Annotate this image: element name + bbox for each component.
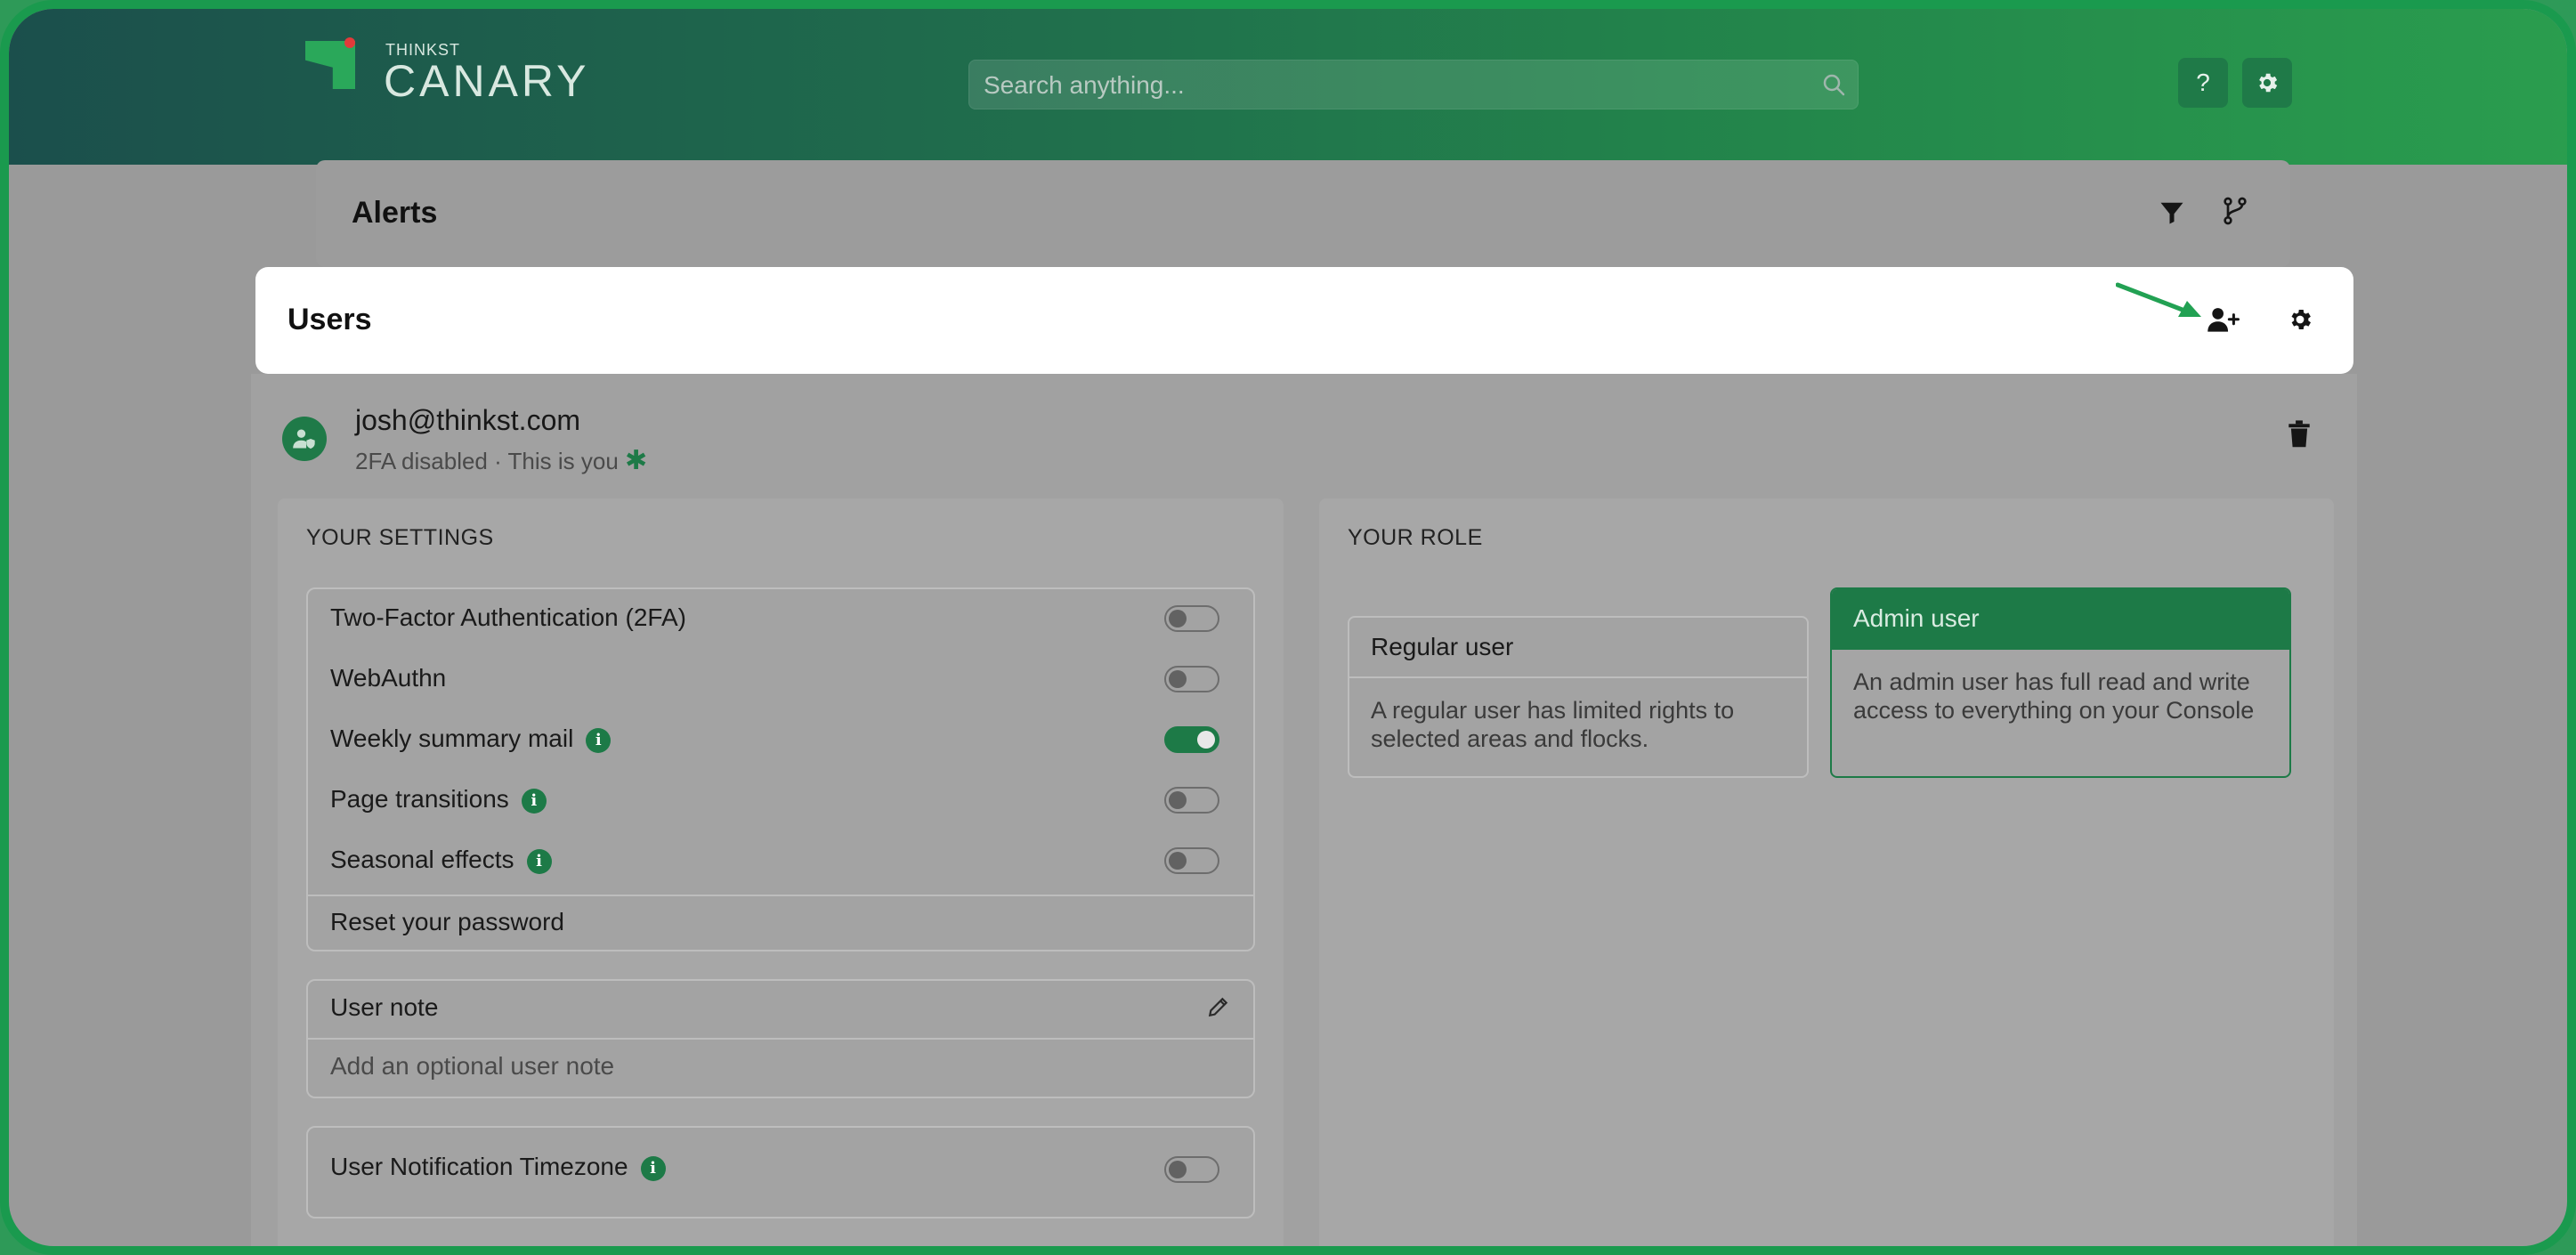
top-navigation-bar: THINKST CANARY ?	[9, 9, 2567, 165]
users-title: Users	[288, 303, 372, 336]
user-shield-icon	[293, 429, 315, 449]
setting-row-seasonal-effects: Seasonal effects i	[330, 846, 552, 881]
toggle-2fa[interactable]	[1164, 605, 1219, 632]
toggle-weekly-summary[interactable]	[1164, 726, 1219, 753]
user-note-input[interactable]: Add an optional user note	[330, 1052, 614, 1088]
help-icon: ?	[2196, 69, 2210, 96]
user-detail-panel: josh@thinkst.com 2FA disabled · This is …	[251, 374, 2357, 1246]
help-button[interactable]: ?	[2178, 58, 2228, 108]
info-icon[interactable]: i	[640, 1155, 666, 1181]
toggle-webauthn[interactable]	[1164, 666, 1219, 692]
setting-label-timezone: User Notification Timezone	[330, 1153, 628, 1180]
user-note-box: User note Add an optional user note	[306, 979, 1255, 1098]
role-description-regular: A regular user has limited rights to sel…	[1371, 697, 1735, 752]
info-icon[interactable]: i	[586, 727, 612, 753]
alerts-title: Alerts	[352, 196, 438, 230]
gear-icon	[2259, 73, 2278, 93]
divider	[308, 1038, 1253, 1040]
role-title-regular: Regular user	[1349, 618, 1807, 678]
annotation-arrow-icon	[2116, 282, 2201, 317]
role-card-regular[interactable]: Regular user A regular user has limited …	[1348, 616, 1809, 778]
user-email: josh@thinkst.com	[355, 404, 581, 436]
app-window: THINKST CANARY ? Alerts	[0, 0, 2576, 1255]
add-user-icon[interactable]	[2207, 306, 2240, 335]
your-settings-panel: YOUR SETTINGS Two-Factor Authentication …	[278, 498, 1284, 1246]
current-user-star-icon: ✱	[625, 446, 648, 475]
reset-password-label: Reset your password	[330, 908, 565, 935]
search-bar[interactable]	[968, 60, 1859, 110]
toggle-timezone[interactable]	[1164, 1156, 1219, 1183]
global-settings-button[interactable]	[2242, 58, 2292, 108]
settings-list: Two-Factor Authentication (2FA) WebAuthn…	[306, 587, 1255, 951]
user-note-title: User note	[330, 993, 439, 1021]
info-icon[interactable]: i	[521, 788, 547, 814]
alerts-card: Alerts	[316, 160, 2290, 267]
your-role-heading: YOUR ROLE	[1348, 525, 1483, 550]
avatar	[282, 417, 327, 461]
setting-row-weekly-summary: Weekly summary mail i	[330, 725, 612, 760]
setting-label-weekly-summary: Weekly summary mail	[330, 725, 574, 752]
users-header-bar: Users	[255, 267, 2353, 374]
user-status-text: 2FA disabled · This is you	[355, 448, 619, 474]
divider	[308, 895, 1253, 896]
user-status-line: 2FA disabled · This is you ✱	[355, 445, 647, 476]
toggle-page-transitions[interactable]	[1164, 787, 1219, 814]
setting-label-seasonal-effects: Seasonal effects	[330, 846, 514, 873]
branch-icon[interactable]	[2221, 196, 2249, 226]
setting-label-2fa: Two-Factor Authentication (2FA)	[330, 603, 686, 631]
setting-label-page-transitions: Page transitions	[330, 785, 509, 813]
setting-label-webauthn: WebAuthn	[330, 664, 447, 692]
search-input[interactable]	[969, 61, 1786, 110]
your-role-panel: YOUR ROLE Regular user A regular user ha…	[1319, 498, 2334, 1246]
pencil-icon[interactable]	[1207, 995, 1230, 1018]
users-settings-gear-icon[interactable]	[2287, 306, 2313, 333]
your-settings-heading: YOUR SETTINGS	[306, 525, 494, 550]
role-card-admin[interactable]: Admin user An admin user has full read a…	[1830, 587, 2291, 778]
info-icon[interactable]: i	[526, 848, 552, 874]
setting-row-webauthn: WebAuthn	[330, 664, 446, 700]
setting-row-timezone: User Notification Timezone i	[330, 1153, 666, 1188]
logo-big-text: CANARY	[384, 56, 590, 106]
filter-icon[interactable]	[2159, 199, 2185, 226]
setting-row-page-transitions: Page transitions i	[330, 785, 547, 821]
timezone-box: User Notification Timezone i	[306, 1126, 1255, 1219]
role-description-admin: An admin user has full read and write ac…	[1853, 668, 2255, 724]
reset-password-link[interactable]: Reset your password	[330, 908, 564, 943]
setting-row-2fa: Two-Factor Authentication (2FA)	[330, 603, 686, 639]
logo-red-dot	[344, 37, 355, 48]
toggle-seasonal-effects[interactable]	[1164, 847, 1219, 874]
role-title-admin: Admin user	[1832, 589, 2289, 650]
search-icon[interactable]	[1822, 73, 1845, 96]
trash-icon[interactable]	[2288, 420, 2311, 449]
canary-logo-mark	[305, 41, 355, 89]
